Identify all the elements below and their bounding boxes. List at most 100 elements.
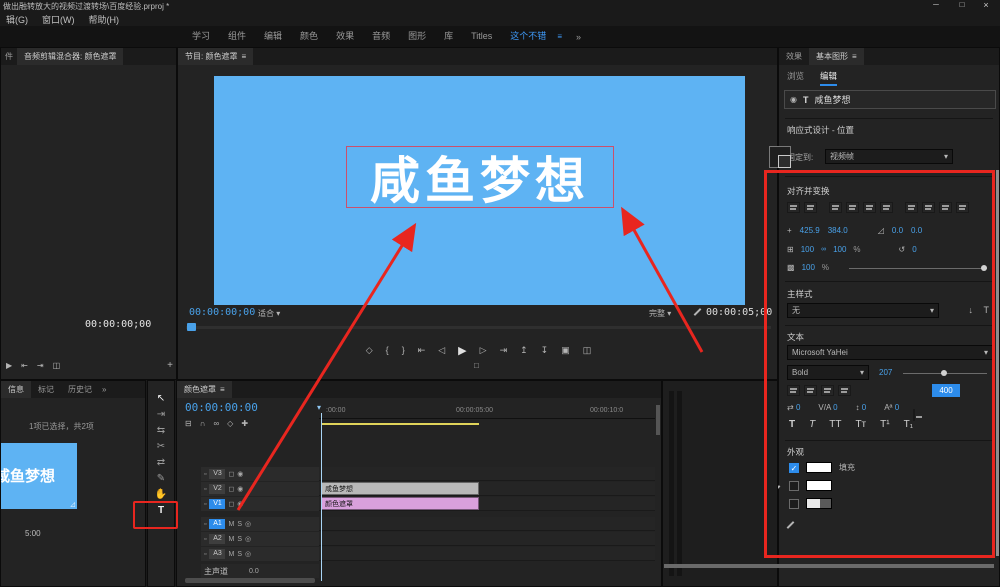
- font-size-value[interactable]: 207: [879, 368, 892, 377]
- align-right-icon[interactable]: [829, 202, 842, 213]
- track-lock-icon[interactable]: ▫: [204, 551, 206, 558]
- align-center-v-icon[interactable]: [863, 202, 876, 213]
- program-timecode[interactable]: 00:00:00;00: [189, 307, 255, 318]
- panel-menu-icon[interactable]: ≡: [241, 52, 246, 61]
- lift-icon[interactable]: ↥: [520, 345, 528, 356]
- stroke-color-swatch[interactable]: [806, 480, 832, 491]
- step-forward-icon[interactable]: ▷: [480, 345, 487, 356]
- mark-out-icon[interactable]: }: [402, 345, 405, 355]
- faux-bold-button[interactable]: T: [789, 419, 795, 430]
- fill-checkbox[interactable]: ✓: [789, 463, 799, 473]
- distribute-right-icon[interactable]: [956, 202, 969, 213]
- menu-item-window[interactable]: 窗口(W): [36, 13, 81, 26]
- all-caps-button[interactable]: TT: [829, 419, 841, 430]
- export-frame-icon[interactable]: ▣: [561, 345, 570, 356]
- video-overlay-text[interactable]: 咸鱼梦想: [370, 141, 590, 213]
- leading-value[interactable]: 0: [862, 403, 866, 412]
- scale-x-value[interactable]: 100: [801, 245, 814, 254]
- shadow-color-swatch[interactable]: [806, 498, 832, 509]
- workspace-tab-color[interactable]: 颜色: [291, 26, 327, 47]
- work-area-bar[interactable]: [321, 423, 479, 425]
- workspace-tab-graphics[interactable]: 图形: [399, 26, 435, 47]
- font-family-dropdown[interactable]: Microsoft YaHei ▾: [787, 345, 993, 360]
- clip-v1[interactable]: 颜色遮罩: [321, 497, 479, 510]
- track-lock-icon[interactable]: ▫: [204, 501, 206, 508]
- go-to-in-icon[interactable]: ⇤: [21, 361, 28, 370]
- font-size-slider[interactable]: [903, 373, 987, 374]
- voiceover-mic-icon[interactable]: ◎: [245, 535, 251, 543]
- font-size-slider-knob[interactable]: [941, 370, 947, 376]
- solo-button[interactable]: S: [237, 551, 242, 558]
- layer-row[interactable]: ◉ T 咸鱼梦想: [784, 90, 996, 109]
- snap-icon[interactable]: ∩: [200, 419, 206, 428]
- distribute-h-icon[interactable]: [905, 202, 918, 213]
- program-tab[interactable]: 节目: 颜色遮罩 ≡: [178, 48, 253, 65]
- opacity-slider-knob[interactable]: [981, 265, 987, 271]
- rotation-value[interactable]: 0: [912, 245, 916, 254]
- track-lock-icon[interactable]: ▫: [204, 536, 206, 543]
- align-left-icon[interactable]: [787, 202, 800, 213]
- scale-y-value[interactable]: 100: [833, 245, 846, 254]
- playback-resolution-dropdown[interactable]: 完整 ▾: [649, 308, 671, 319]
- timeline-ruler[interactable]: :00:00 00:00:05:00 00:00:10:0: [319, 405, 655, 419]
- tab-overflow-icon[interactable]: »: [99, 381, 109, 398]
- track-toggle-icon[interactable]: ◻: [228, 470, 234, 478]
- distribute-v-icon[interactable]: [922, 202, 935, 213]
- layer-name[interactable]: 咸鱼梦想: [814, 93, 850, 106]
- step-back-icon[interactable]: ◁: [438, 345, 445, 356]
- audio-lane-a2[interactable]: [319, 532, 655, 546]
- panel-menu-icon[interactable]: ≡: [852, 52, 857, 61]
- track-select-tool[interactable]: ⇥: [148, 407, 174, 423]
- push-style-icon[interactable]: ↓: [969, 305, 974, 315]
- type-tool[interactable]: T: [148, 503, 174, 519]
- text-bounding-box[interactable]: 咸鱼梦想: [346, 146, 614, 208]
- pin-to-dropdown[interactable]: 视频帧 ▾: [825, 149, 953, 164]
- text-align-justify-icon[interactable]: [838, 385, 851, 396]
- clipped-tab-label[interactable]: 件: [1, 51, 17, 62]
- program-scrubber[interactable]: [186, 326, 771, 329]
- menu-item-clip[interactable]: 辑(G): [0, 13, 34, 26]
- close-button[interactable]: ×: [974, 0, 998, 10]
- timeline-timecode[interactable]: 00:00:00:00: [185, 401, 258, 414]
- link-scale-icon[interactable]: ∞: [821, 246, 826, 253]
- tracking-cell-value[interactable]: 0: [833, 403, 837, 412]
- track-chip-a2[interactable]: A2: [209, 534, 225, 544]
- subscript-button[interactable]: T₁: [904, 419, 913, 430]
- track-chip-a1[interactable]: A1: [209, 519, 225, 529]
- solo-button[interactable]: S: [237, 521, 242, 528]
- proxy-toggle-icon[interactable]: □: [474, 361, 479, 370]
- add-marker-icon[interactable]: ◇: [366, 345, 373, 356]
- panel-menu-icon[interactable]: ≡: [220, 385, 225, 394]
- mute-button[interactable]: M: [228, 521, 234, 528]
- subtab-browse[interactable]: 浏览: [787, 70, 804, 86]
- add-marker-icon[interactable]: ◇: [227, 419, 233, 428]
- opacity-slider[interactable]: [849, 268, 987, 269]
- selection-tool[interactable]: ↖: [148, 391, 174, 407]
- anchor-x-value[interactable]: 0.0: [892, 226, 903, 235]
- track-chip-v3[interactable]: V3: [209, 469, 225, 479]
- kerning-value[interactable]: 0: [796, 403, 800, 412]
- fill-color-swatch[interactable]: [806, 462, 832, 473]
- bottom-h-scrollbar[interactable]: [664, 564, 994, 568]
- audio-lane-a3[interactable]: [319, 547, 655, 561]
- style-text-icon[interactable]: T: [984, 305, 990, 315]
- mixer-tab[interactable]: 音频剪辑混合器: 颜色遮罩: [17, 48, 123, 65]
- comparison-view-icon[interactable]: ◫: [583, 345, 592, 356]
- master-style-dropdown[interactable]: 无 ▾: [787, 303, 939, 318]
- timeline-v-scrollbar[interactable]: [656, 405, 660, 435]
- track-lock-icon[interactable]: ▫: [204, 486, 206, 493]
- workspace-tab-assembly[interactable]: 组件: [219, 26, 255, 47]
- position-x-value[interactable]: 425.9: [800, 226, 820, 235]
- maximize-button[interactable]: □: [950, 0, 974, 9]
- track-chip-v1[interactable]: V1: [209, 499, 225, 509]
- small-caps-button[interactable]: Tᴛ: [855, 419, 866, 430]
- button-editor-plus-icon[interactable]: +: [167, 360, 173, 371]
- ripple-edit-tool[interactable]: ⇆: [148, 423, 174, 439]
- pen-tool[interactable]: ✎: [148, 471, 174, 487]
- mute-button[interactable]: M: [228, 551, 234, 558]
- zoom-level-dropdown[interactable]: 适合 ▾: [258, 308, 280, 319]
- opacity-value[interactable]: 100: [802, 263, 815, 272]
- layer-visibility-eye-icon[interactable]: ◉: [790, 95, 797, 104]
- track-toggle-icon[interactable]: ◻: [228, 500, 234, 508]
- mute-button[interactable]: M: [228, 536, 234, 543]
